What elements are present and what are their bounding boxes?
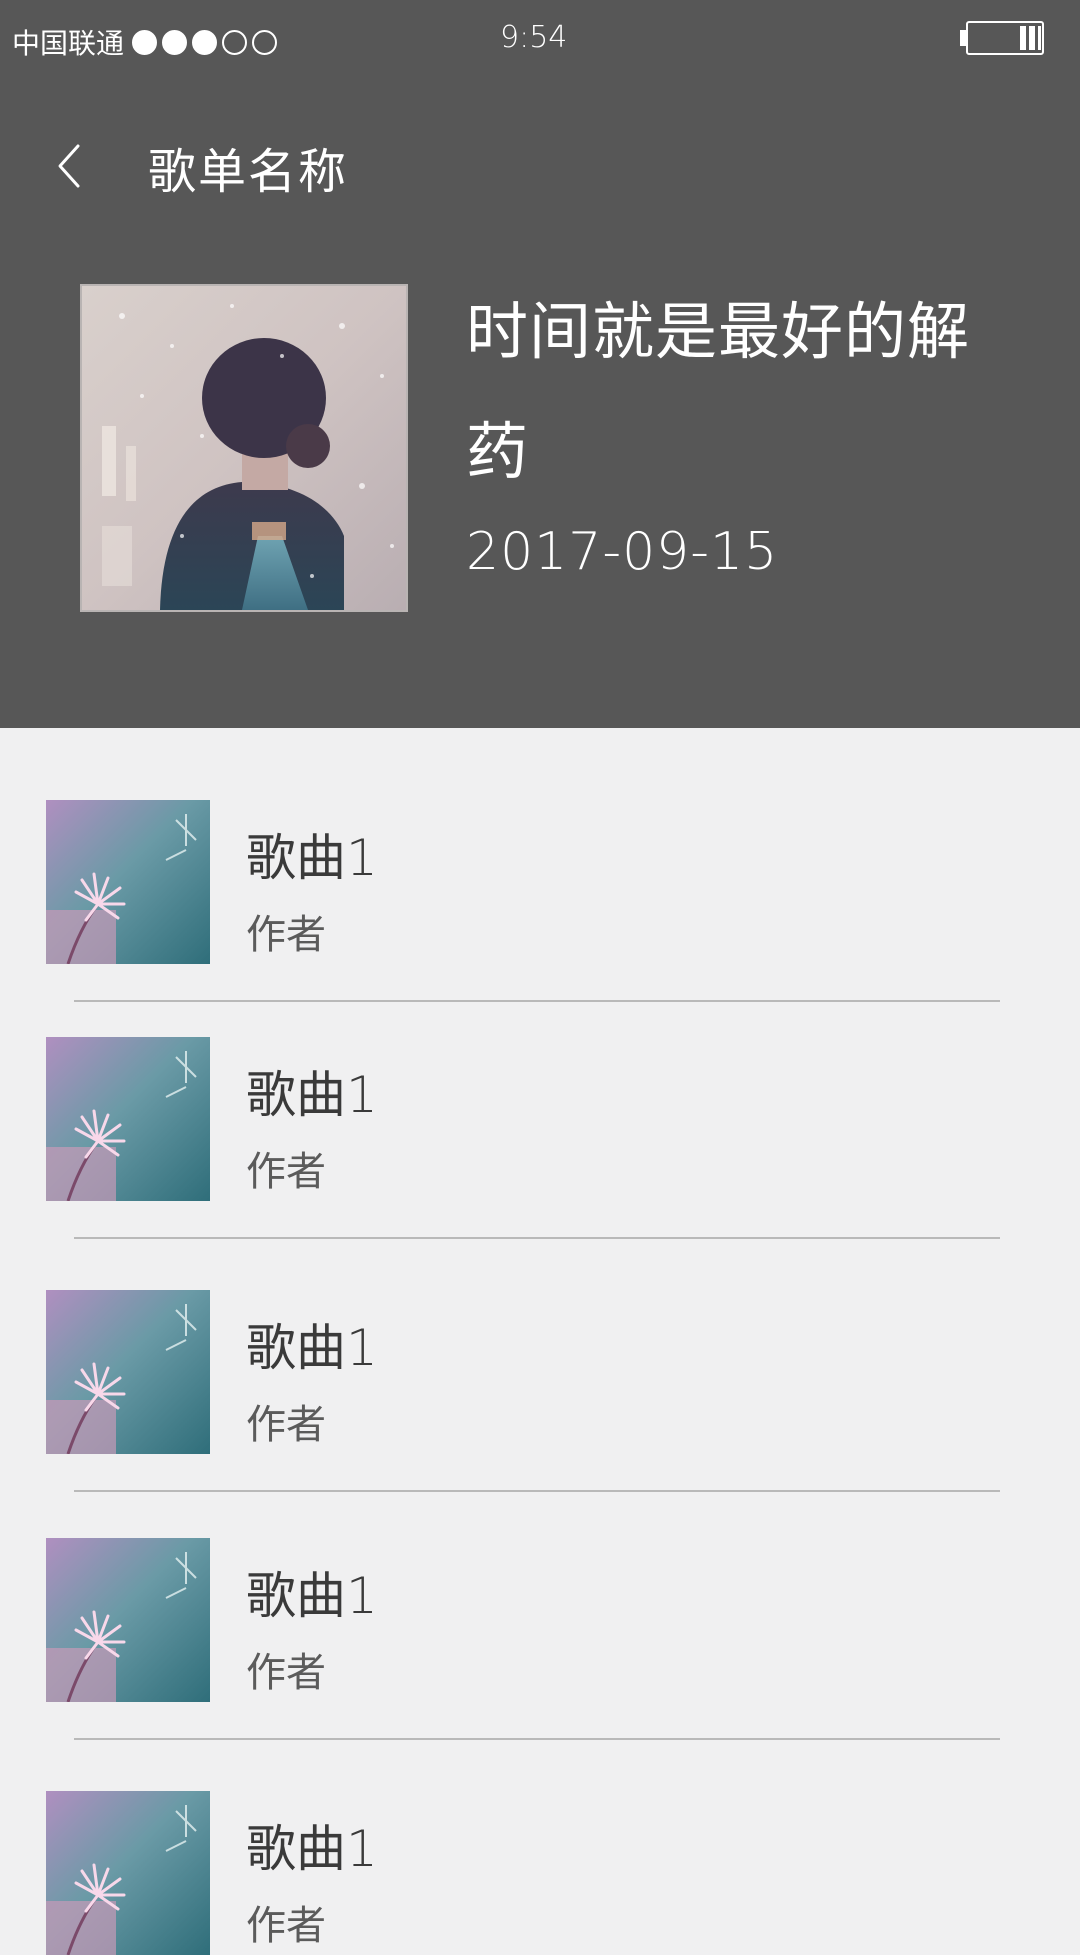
song-item[interactable]: 歌曲1 作者 [0,1037,1080,1201]
signal-dot [162,29,188,55]
status-carrier: 中国联通 [12,22,278,62]
playlist-cover [80,284,408,612]
signal-dot [132,29,158,55]
song-item[interactable]: 歌曲1 作者 [0,1290,1080,1454]
divider [74,1490,1000,1492]
song-thumbnail [46,1791,210,1955]
song-item[interactable]: 歌曲1 作者 [0,800,1080,964]
song-artist: 作者 [246,1650,326,1696]
song-title: 歌曲1 [246,1066,378,1124]
song-item[interactable]: 歌曲1 作者 [0,1791,1080,1955]
song-title: 歌曲1 [246,1319,378,1377]
status-time: 9:54 [500,20,568,55]
song-artist: 作者 [246,1903,326,1949]
back-button[interactable] [40,130,100,202]
chevron-left-icon [58,144,80,188]
playlist-header: 中国联通 9:54 歌单名称 时间就是最好的解药 2017-09-15 [0,0,1080,728]
nav-title: 歌单名称 [148,144,349,200]
divider [74,1738,1000,1740]
carrier-name: 中国联通 [12,27,125,60]
song-thumbnail [46,800,210,964]
divider [74,1237,1000,1239]
song-thumbnail [46,1290,210,1454]
song-artist: 作者 [246,1149,326,1195]
signal-strength-icon [132,29,278,55]
song-title: 歌曲1 [246,829,378,887]
song-artist: 作者 [246,1402,326,1448]
song-item[interactable]: 歌曲1 作者 [0,1538,1080,1702]
song-title: 歌曲1 [246,1820,378,1878]
signal-dot [222,29,248,55]
song-thumbnail [46,1538,210,1702]
song-artist: 作者 [246,912,326,958]
playlist-date: 2017-09-15 [466,522,779,582]
battery-icon [960,21,1046,55]
divider [74,1000,1000,1002]
signal-dot [252,29,278,55]
song-title: 歌曲1 [246,1567,378,1625]
playlist-title: 时间就是最好的解药 [466,295,971,488]
signal-dot [192,29,218,55]
song-thumbnail [46,1037,210,1201]
